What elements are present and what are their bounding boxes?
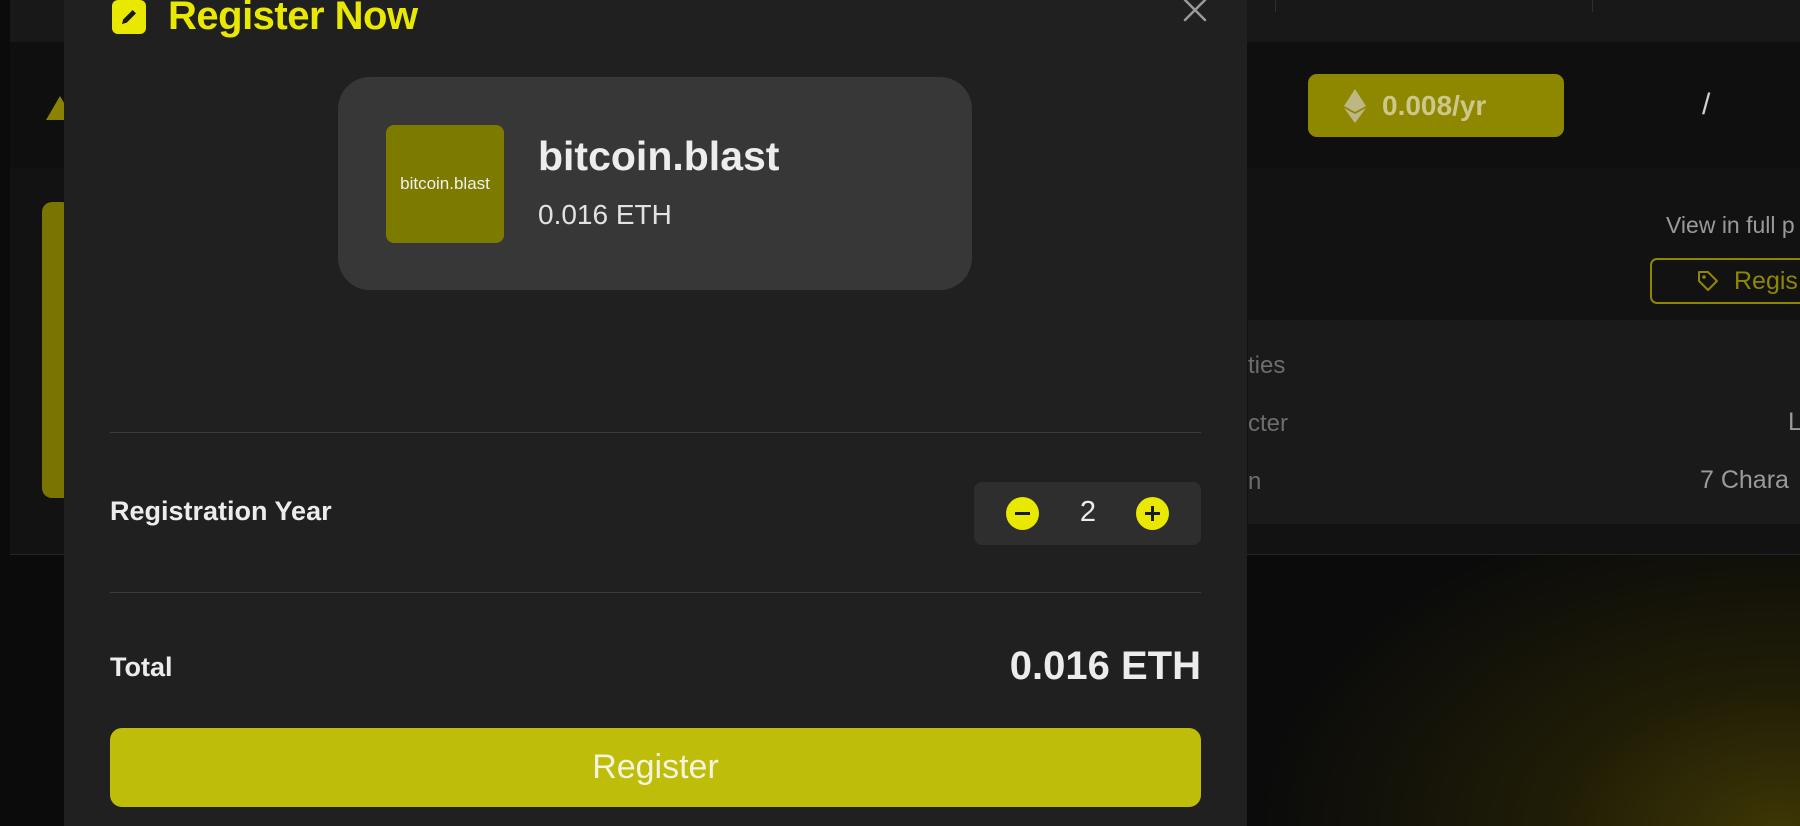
ethereum-icon — [1344, 88, 1366, 123]
pencil-edit-icon — [112, 0, 146, 34]
register-modal: Register Now bitcoin.blast bitcoin.blast… — [64, 0, 1247, 826]
price-per-year-text: 0.008/yr — [1382, 89, 1487, 121]
minus-icon[interactable] — [1006, 497, 1039, 530]
background-slash-text: / — [1702, 88, 1711, 121]
modal-header: Register Now — [112, 0, 418, 39]
price-per-year-badge[interactable]: 0.008/yr — [1308, 74, 1564, 137]
character-value: L — [1788, 408, 1800, 436]
background-register-button[interactable]: Regis — [1650, 258, 1800, 304]
properties-heading: ties — [1248, 352, 1286, 379]
divider — [110, 432, 1201, 433]
tag-icon — [1698, 271, 1718, 291]
domain-summary-card: bitcoin.blast bitcoin.blast 0.016 ETH — [338, 77, 972, 290]
registration-year-label: Registration Year — [110, 496, 332, 526]
length-label: n — [1248, 468, 1262, 495]
divider — [110, 592, 1201, 593]
total-value: 0.016 ETH — [1009, 644, 1201, 688]
length-value: 7 Chara — [1700, 466, 1789, 494]
character-label: cter — [1248, 410, 1289, 437]
plus-icon[interactable] — [1136, 497, 1169, 530]
nav-separator — [1592, 0, 1593, 12]
nav-separator — [1275, 0, 1276, 12]
domain-name: bitcoin.blast — [538, 133, 780, 179]
register-button[interactable]: Register — [110, 728, 1201, 807]
background-properties-table: ties cter n L 7 Chara — [1248, 320, 1800, 524]
background-register-label: Regis — [1734, 266, 1798, 295]
registration-year-value: 2 — [1079, 496, 1097, 528]
domain-thumbnail: bitcoin.blast — [386, 125, 504, 243]
close-icon[interactable] — [1180, 0, 1210, 22]
modal-title: Register Now — [168, 0, 418, 38]
registration-year-stepper: 2 — [974, 482, 1201, 545]
view-in-full-page-link[interactable]: View in full p — [1666, 212, 1795, 239]
domain-price: 0.016 ETH — [538, 199, 672, 230]
total-label: Total — [110, 652, 173, 682]
